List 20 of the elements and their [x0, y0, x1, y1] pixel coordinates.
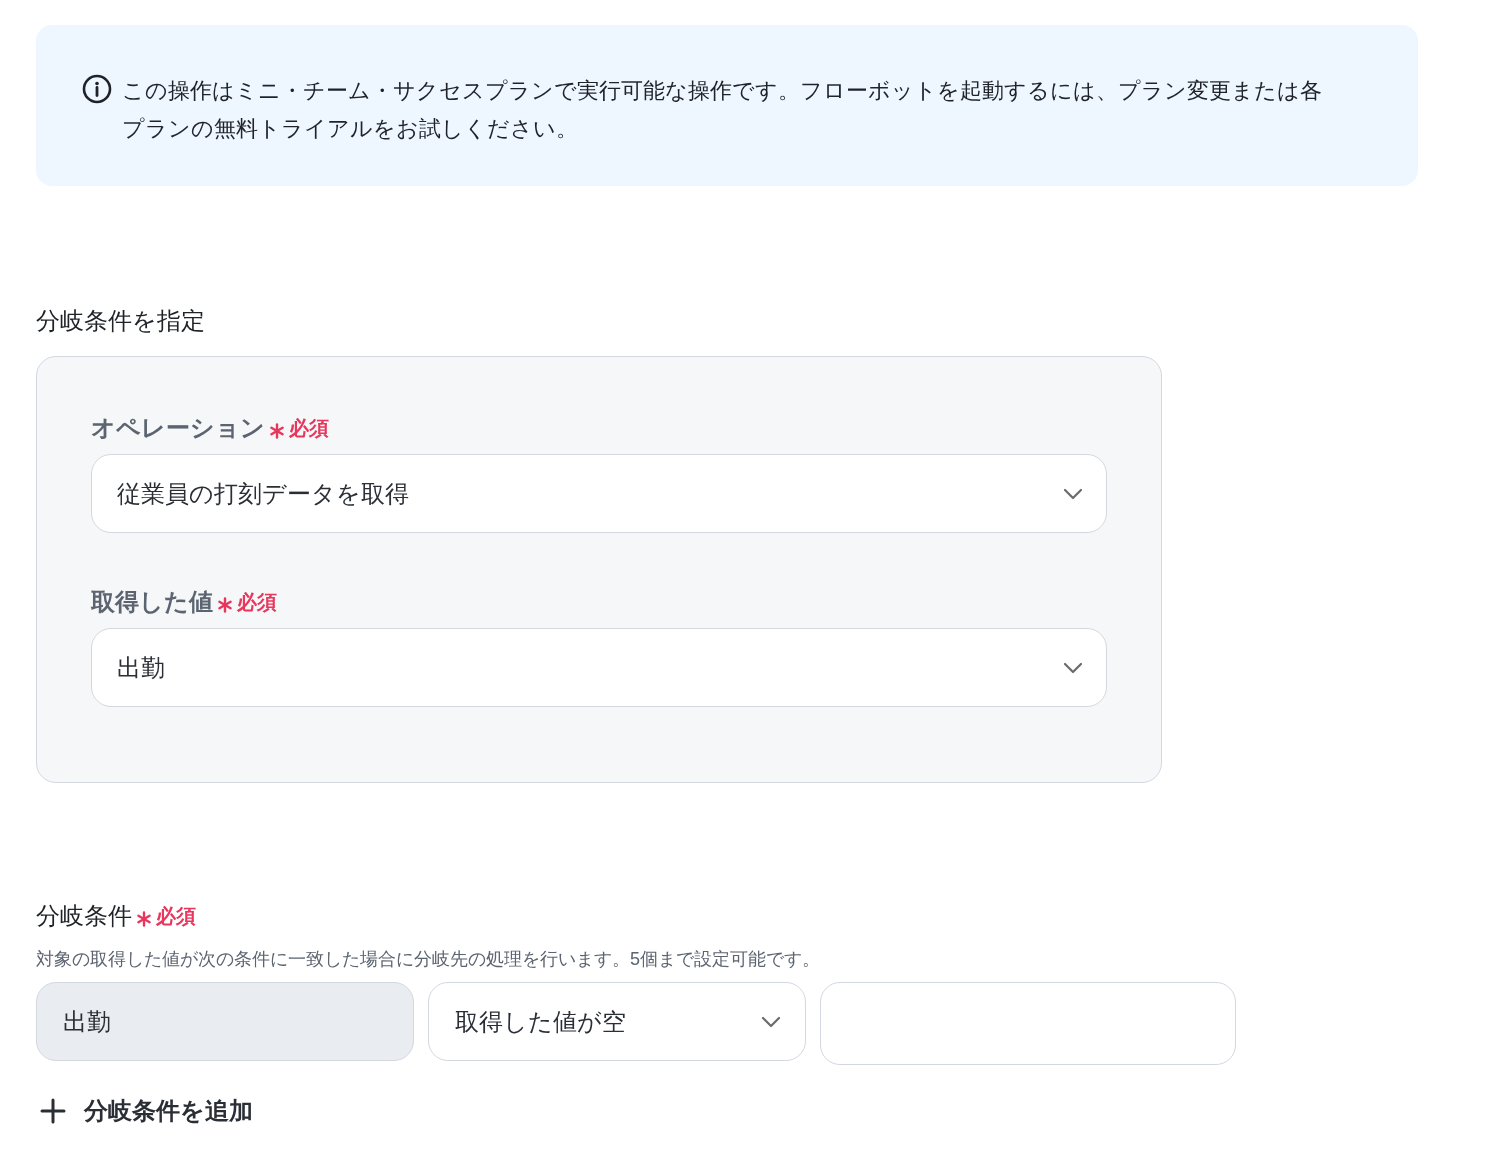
required-label: 必須	[237, 590, 277, 615]
section-title: 分岐条件を指定	[36, 306, 205, 336]
info-icon	[82, 74, 112, 104]
required-label: 必須	[156, 904, 196, 929]
field-label: 取得した値	[91, 587, 213, 617]
required-label: 必須	[289, 416, 329, 441]
select-dropdown[interactable]: 従業員の打刻データを取得	[91, 454, 1107, 533]
description-text: 対象の取得した値が次の条件に一致した場合に分岐先の処理を行います。5個まで設定可能です。	[36, 948, 820, 971]
add-condition-button[interactable]: 分岐条件を追加	[40, 1093, 253, 1129]
operator-dropdown[interactable]: 取得した値が空	[428, 982, 806, 1061]
condition-field: 出勤	[36, 982, 414, 1061]
select-dropdown[interactable]: 出勤	[91, 628, 1107, 707]
chevron-down-icon	[1063, 661, 1083, 674]
chevron-down-icon	[761, 1015, 781, 1028]
chevron-down-icon	[1063, 487, 1083, 500]
section-title: 分岐条件	[36, 901, 132, 931]
notice-text: この操作はミニ・チーム・サクセスプランで実行可能な操作です。フローボットを起動するには、プラン変更または各プランの無料トライアルをお試しください。	[122, 77, 1322, 143]
field-label: オペレーション	[91, 413, 265, 443]
value-input-field[interactable]	[820, 982, 1236, 1065]
plus-icon	[40, 1098, 66, 1124]
